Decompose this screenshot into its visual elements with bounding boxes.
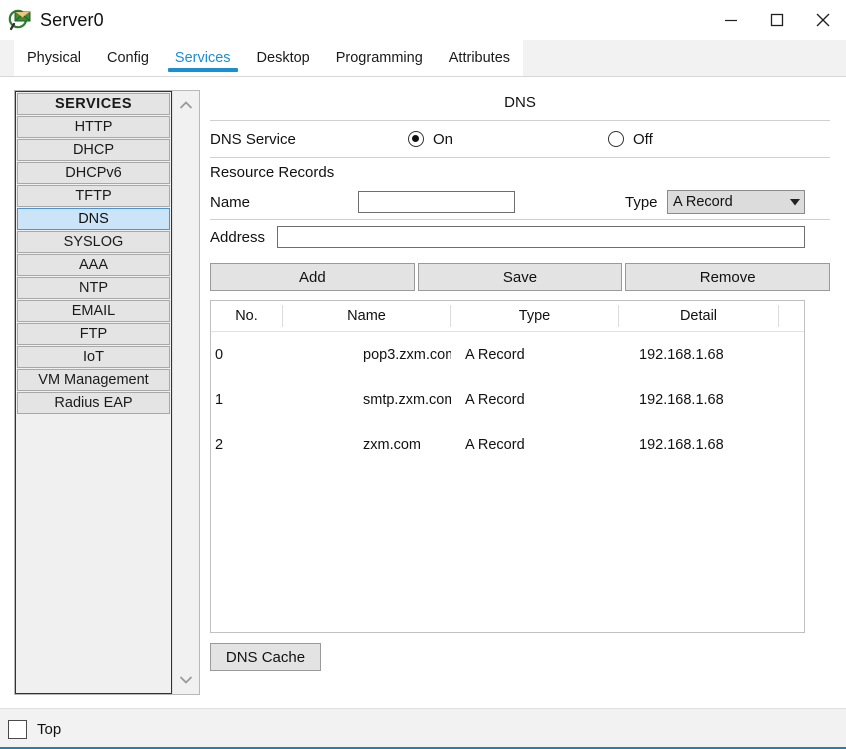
cell-detail: 192.168.1.68: [639, 346, 724, 363]
sidebar-scrollbar[interactable]: [172, 91, 199, 694]
close-icon[interactable]: [800, 0, 846, 40]
cell-type: A Record: [465, 436, 525, 453]
remove-button[interactable]: Remove: [625, 263, 831, 291]
dns-service-off-option[interactable]: Off: [608, 131, 653, 148]
sidebar-item-tftp[interactable]: TFTP: [17, 185, 170, 207]
record-address-input[interactable]: [277, 226, 805, 248]
sidebar-item-dhcp[interactable]: DHCP: [17, 139, 170, 161]
sidebar-item-syslog[interactable]: SYSLOG: [17, 231, 170, 253]
sidebar-header: SERVICES: [17, 93, 170, 115]
tab-desktop[interactable]: Desktop: [243, 40, 323, 76]
window-controls: [708, 0, 846, 40]
minimize-icon[interactable]: [708, 0, 754, 40]
table-row[interactable]: 0 pop3.zxm.com A Record 192.168.1.68: [211, 332, 804, 377]
tab-services[interactable]: Services: [161, 40, 244, 76]
tab-programming[interactable]: Programming: [322, 40, 436, 76]
top-label: Top: [37, 720, 62, 738]
column-header-no: No.: [211, 305, 283, 327]
cell-no: 0: [215, 346, 224, 363]
server-envelope-icon: [8, 7, 34, 33]
column-header-extra: [779, 305, 804, 327]
cell-type: A Record: [465, 346, 525, 363]
table-header-row: No. Name Type Detail: [211, 301, 804, 332]
dns-service-row: DNS Service On Off: [210, 121, 830, 157]
window-footer: Top: [0, 708, 846, 749]
sidebar-item-email[interactable]: EMAIL: [17, 300, 170, 322]
cell-detail: 192.168.1.68: [639, 436, 724, 453]
dns-cache-button[interactable]: DNS Cache: [210, 643, 321, 671]
cell-name: smtp.zxm.com: [363, 391, 451, 408]
tab-config[interactable]: Config: [94, 40, 162, 76]
dns-service-label: DNS Service: [210, 130, 296, 148]
tab-bar: Physical Config Services Desktop Program…: [0, 40, 846, 77]
record-address-row: Address: [210, 220, 830, 254]
type-label: Type: [625, 193, 658, 211]
address-label: Address: [210, 228, 266, 246]
sidebar-item-vm-management[interactable]: VM Management: [17, 369, 170, 391]
maximize-icon[interactable]: [754, 0, 800, 40]
window-title: Server0: [40, 9, 104, 30]
tab-bar-filler: [523, 40, 846, 76]
radio-on[interactable]: [408, 131, 424, 147]
record-type-select[interactable]: A Record: [667, 190, 805, 214]
cell-no: 2: [215, 436, 224, 453]
sidebar-item-radius-eap[interactable]: Radius EAP: [17, 392, 170, 414]
tab-attributes[interactable]: Attributes: [435, 40, 524, 76]
window-titlebar: Server0: [0, 0, 846, 40]
dns-service-on-option[interactable]: On: [408, 131, 453, 148]
chevron-down-icon[interactable]: [173, 668, 199, 692]
services-panel: SERVICES HTTP DHCP DHCPv6 TFTP DNS SYSLO…: [0, 78, 846, 708]
table-row[interactable]: 2 zxm.com A Record 192.168.1.68: [211, 422, 804, 467]
record-name-input[interactable]: [358, 191, 515, 213]
cell-no: 1: [215, 391, 224, 408]
services-list: SERVICES HTTP DHCP DHCPv6 TFTP DNS SYSLO…: [15, 91, 172, 694]
radio-off[interactable]: [608, 131, 624, 147]
sidebar-item-iot[interactable]: IoT: [17, 346, 170, 368]
cell-name: zxm.com: [363, 436, 421, 453]
add-button[interactable]: Add: [210, 263, 415, 291]
record-type-value: A Record: [673, 194, 733, 210]
sidebar-item-dns[interactable]: DNS: [17, 208, 170, 230]
record-name-row: Name Type A Record: [210, 185, 830, 219]
column-header-type: Type: [451, 305, 619, 327]
top-checkbox[interactable]: [8, 719, 27, 739]
sidebar-item-aaa[interactable]: AAA: [17, 254, 170, 276]
sidebar-item-ftp[interactable]: FTP: [17, 323, 170, 345]
record-action-buttons: Add Save Remove: [210, 254, 831, 291]
dns-config-pane: DNS DNS Service On Off Resource Records …: [210, 90, 831, 695]
services-sidebar: SERVICES HTTP DHCP DHCPv6 TFTP DNS SYSLO…: [14, 90, 200, 695]
cell-type: A Record: [465, 391, 525, 408]
tab-physical[interactable]: Physical: [14, 40, 94, 76]
chevron-down-icon: [786, 198, 804, 206]
resource-records-table[interactable]: No. Name Type Detail 0 pop3.zxm.com A Re…: [210, 300, 805, 633]
cell-name: pop3.zxm.com: [363, 346, 451, 363]
sidebar-item-dhcpv6[interactable]: DHCPv6: [17, 162, 170, 184]
sidebar-item-http[interactable]: HTTP: [17, 116, 170, 138]
cell-detail: 192.168.1.68: [639, 391, 724, 408]
sidebar-item-ntp[interactable]: NTP: [17, 277, 170, 299]
name-label: Name: [210, 193, 251, 211]
page-title: DNS: [504, 94, 536, 111]
chevron-up-icon[interactable]: [173, 93, 199, 117]
radio-on-label: On: [433, 130, 454, 148]
column-header-name: Name: [283, 305, 451, 327]
table-row[interactable]: 1 smtp.zxm.com A Record 192.168.1.68: [211, 377, 804, 422]
column-header-detail: Detail: [619, 305, 779, 327]
resource-records-label: Resource Records: [210, 164, 335, 181]
radio-off-label: Off: [633, 130, 653, 148]
save-button[interactable]: Save: [417, 263, 623, 291]
